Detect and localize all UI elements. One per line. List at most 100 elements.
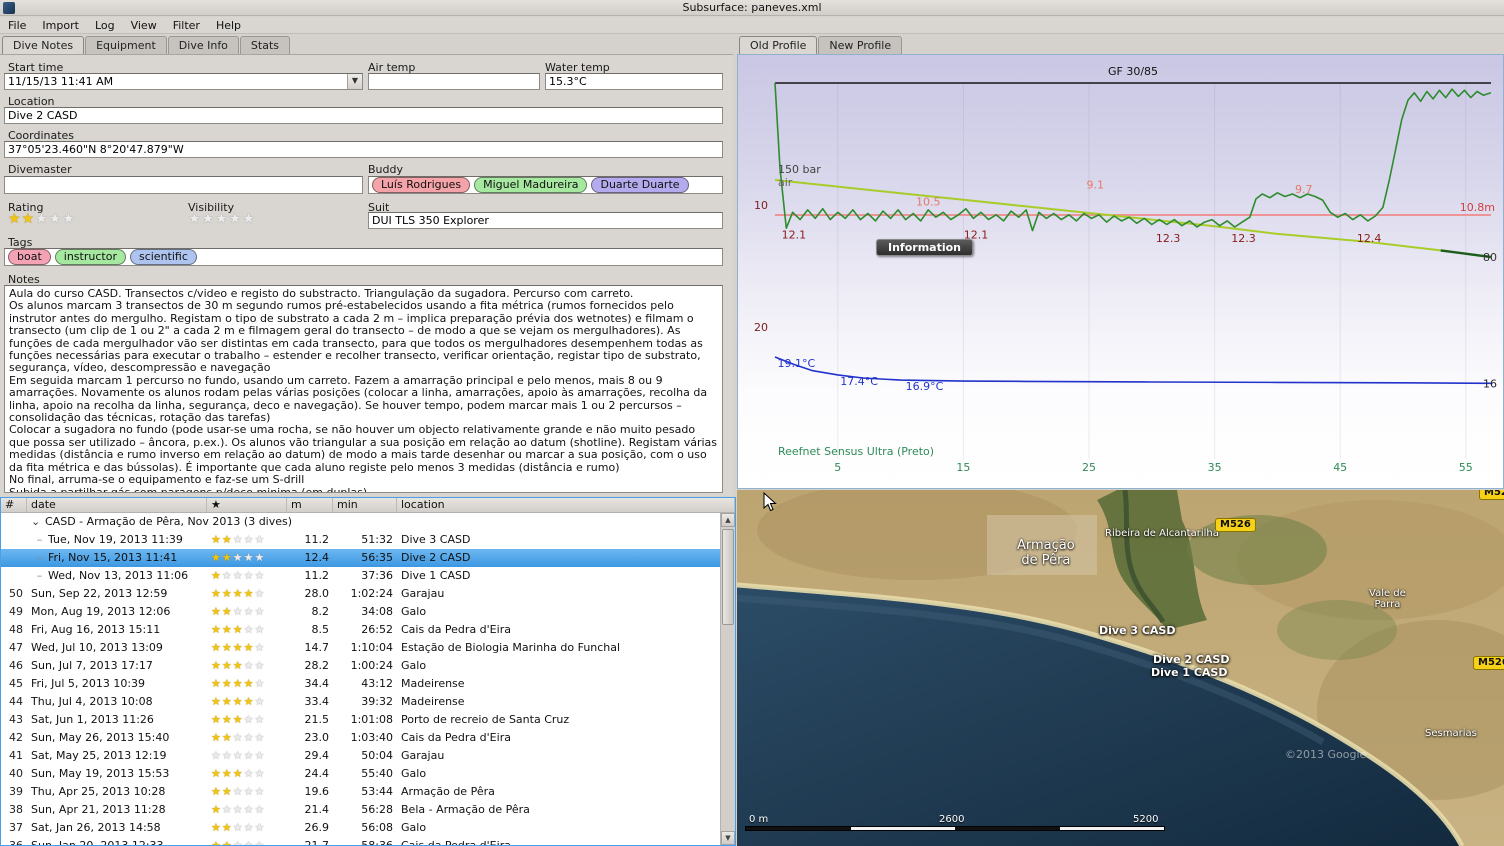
buddy-chip[interactable]: Luís Rodrigues	[372, 177, 470, 193]
menu-log[interactable]: Log	[87, 18, 123, 33]
temperature-label: 19.1°C	[778, 357, 816, 370]
dive-row[interactable]: 38Sun, Apr 21, 2013 11:28★★★★★21.456:28B…	[1, 801, 720, 819]
dive-list-panel: # date ★ m min location ⌄CASD - Armação …	[0, 497, 736, 846]
dive-row[interactable]: 42Sun, May 26, 2013 15:40★★★★★23.01:03:4…	[1, 729, 720, 747]
dive-row[interactable]: 36Sun, Jan 20, 2013 12:33★★★★★21.758:36C…	[1, 837, 720, 845]
location-input[interactable]	[4, 107, 723, 124]
trip-group-label: CASD - Armação de Pêra, Nov 2013 (3 dive…	[45, 515, 292, 528]
dive-list-scrollbar[interactable]: ▲ ▼	[720, 513, 735, 845]
map-marker-dive3[interactable]: Dive 3 CASD	[1099, 624, 1175, 637]
dive-row[interactable]: 45Fri, Jul 5, 2013 10:39★★★★★34.443:12Ma…	[1, 675, 720, 693]
menu-help[interactable]: Help	[208, 18, 249, 33]
depth-annotation: 12.3	[1231, 232, 1256, 245]
tab-old-profile[interactable]: Old Profile	[739, 36, 817, 56]
buddy-chip[interactable]: Duarte Duarte	[591, 177, 688, 193]
mouse-cursor-icon	[763, 492, 777, 512]
dive-map[interactable]: Armação de Pêra Ribeira de Alcantarilha …	[737, 490, 1504, 846]
map-marker-dive1[interactable]: Dive 1 CASD	[1151, 666, 1227, 679]
dive-row[interactable]: 47Wed, Jul 10, 2013 13:09★★★★★14.71:10:0…	[1, 639, 720, 657]
menu-bar: File Import Log View Filter Help	[0, 17, 1504, 34]
col-duration[interactable]: min	[333, 498, 397, 512]
dive-profile-chart[interactable]: 51525354555GF 30/8510.8m1020150 barair80…	[737, 54, 1504, 489]
dive-row[interactable]: 44Thu, Jul 4, 2013 10:08★★★★★33.439:32Ma…	[1, 693, 720, 711]
start-time-input[interactable]	[4, 73, 363, 90]
coordinates-input[interactable]	[4, 141, 723, 158]
divemaster-label: Divemaster	[8, 163, 72, 176]
dive-row[interactable]: 49Mon, Aug 19, 2013 12:06★★★★★8.234:08Ga…	[1, 603, 720, 621]
water-temp-input[interactable]	[545, 73, 723, 90]
rating-stars: ★★★★★	[8, 213, 76, 226]
tag-chip[interactable]: scientific	[130, 249, 197, 265]
start-time-dropdown-arrow[interactable]: ▼	[347, 74, 362, 89]
col-depth[interactable]: m	[287, 498, 333, 512]
tab-equipment[interactable]: Equipment	[85, 36, 167, 55]
window-title: Subsurface: paneves.xml	[682, 1, 821, 14]
tab-dive-notes[interactable]: Dive Notes	[2, 36, 84, 56]
buddy-label: Buddy	[368, 163, 403, 176]
tags-input[interactable]: boatinstructorscientific	[4, 248, 723, 266]
scroll-down-arrow[interactable]: ▼	[721, 831, 735, 845]
collapse-caret-icon[interactable]: ⌄	[31, 513, 45, 531]
tab-new-profile[interactable]: New Profile	[818, 36, 902, 55]
subsurface-window: Subsurface: paneves.xml File Import Log …	[0, 0, 1504, 846]
col-location[interactable]: location	[397, 498, 735, 512]
menu-view[interactable]: View	[123, 18, 165, 33]
time-tick-label: 55	[1459, 461, 1473, 474]
col-rating[interactable]: ★	[207, 498, 287, 512]
dive-row[interactable]: –Wed, Nov 13, 2013 11:06★★★★★11.237:36Di…	[1, 567, 720, 585]
scroll-thumb[interactable]	[722, 529, 734, 625]
temperature-line	[775, 357, 1491, 383]
dive-row[interactable]: 39Thu, Apr 25, 2013 10:28★★★★★19.653:44A…	[1, 783, 720, 801]
scroll-up-arrow[interactable]: ▲	[721, 513, 735, 527]
rating-stars[interactable]: ★★★★★	[8, 211, 76, 227]
depth-annotation: 10.5	[916, 195, 941, 208]
tab-stats[interactable]: Stats	[240, 36, 290, 55]
gf-label: GF 30/85	[1108, 65, 1158, 78]
tag-chip[interactable]: boat	[8, 249, 51, 265]
rating-stars: ★★★★★	[211, 713, 265, 726]
dive-row[interactable]: 48Fri, Aug 16, 2013 15:11★★★★★8.526:52Ca…	[1, 621, 720, 639]
road-badge-m526-3: M526	[1479, 490, 1504, 500]
road-badge-m526-1: M526	[1215, 518, 1256, 532]
dive-row[interactable]: –Fri, Nov 15, 2013 11:41★★★★★12.456:35Di…	[1, 549, 720, 567]
menu-import[interactable]: Import	[34, 18, 87, 33]
col-number[interactable]: #	[1, 498, 27, 512]
left-tab-bar: Dive Notes Equipment Dive Info Stats	[2, 36, 291, 55]
rating-stars: ★★★★★	[211, 767, 265, 780]
dive-row[interactable]: 41Sat, May 25, 2013 12:19★★★★★29.450:04G…	[1, 747, 720, 765]
start-pressure-label: 150 bar	[778, 163, 821, 176]
menu-file[interactable]: File	[0, 18, 34, 33]
dive-row[interactable]: 50Sun, Sep 22, 2013 12:59★★★★★28.01:02:2…	[1, 585, 720, 603]
dive-computer-label: Reefnet Sensus Ultra (Preto)	[778, 445, 934, 458]
tag-chip[interactable]: instructor	[55, 249, 126, 265]
map-marker-dive2[interactable]: Dive 2 CASD	[1153, 653, 1229, 666]
col-date[interactable]: date	[27, 498, 207, 512]
air-temp-input[interactable]	[368, 73, 540, 90]
dive-row[interactable]: 40Sun, May 19, 2013 15:53★★★★★24.455:40G…	[1, 765, 720, 783]
suit-input[interactable]	[368, 212, 723, 229]
divemaster-input[interactable]	[4, 176, 363, 194]
buddy-input[interactable]: Luís RodriguesMiguel MadureiraDuarte Dua…	[368, 176, 723, 194]
tab-dive-info[interactable]: Dive Info	[168, 36, 239, 55]
depth-profile-line	[775, 83, 1491, 231]
map-label-town: Armação de Pêra	[1017, 538, 1075, 568]
rating-stars: ★★★★★	[211, 587, 265, 600]
notes-textarea[interactable]: Aula do curso CASD. Transectos c/video e…	[4, 285, 723, 493]
menu-filter[interactable]: Filter	[165, 18, 208, 33]
scale-zero: 0 m	[749, 814, 768, 825]
dive-notes-panel: Dive Notes Equipment Dive Info Stats Sta…	[0, 36, 733, 496]
trip-group-row[interactable]: ⌄CASD - Armação de Pêra, Nov 2013 (3 div…	[1, 513, 720, 531]
dive-row[interactable]: 37Sat, Jan 26, 2013 14:58★★★★★26.956:08G…	[1, 819, 720, 837]
rating-stars: ★★★★★	[211, 533, 265, 546]
temperature-label: 17.4°C	[840, 375, 878, 388]
visibility-stars[interactable]: ★★★★★	[188, 211, 256, 227]
information-tooltip[interactable]: Information	[876, 239, 973, 256]
buddy-chip[interactable]: Miguel Madureira	[474, 177, 587, 193]
dive-row[interactable]: –Tue, Nov 19, 2013 11:39★★★★★11.251:32Di…	[1, 531, 720, 549]
map-imagery	[737, 490, 1504, 846]
time-tick-label: 5	[834, 461, 841, 474]
dive-row[interactable]: 43Sat, Jun 1, 2013 11:26★★★★★21.51:01:08…	[1, 711, 720, 729]
dive-row[interactable]: 46Sun, Jul 7, 2013 17:17★★★★★28.21:00:24…	[1, 657, 720, 675]
map-label-vale: Vale de Parra	[1369, 588, 1406, 610]
rating-stars: ★★★★★	[211, 569, 265, 582]
